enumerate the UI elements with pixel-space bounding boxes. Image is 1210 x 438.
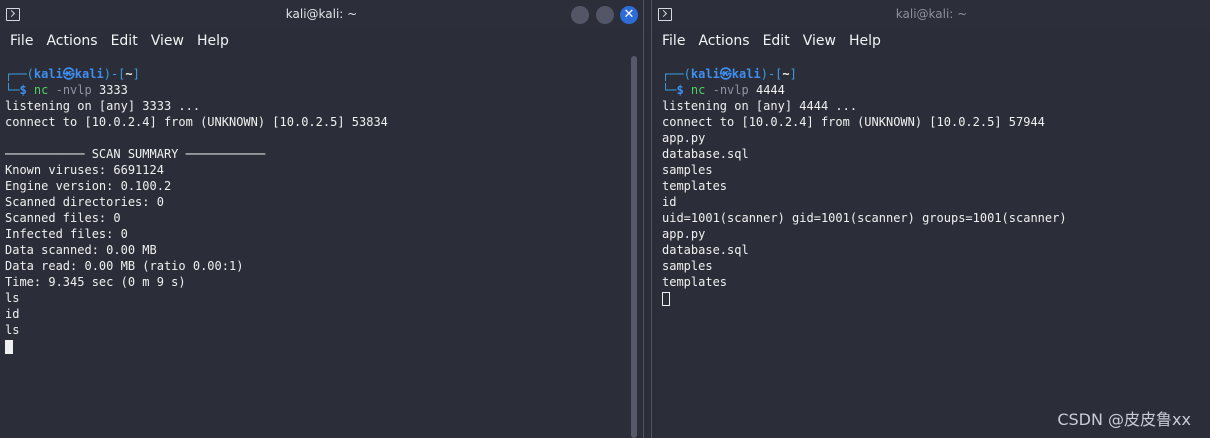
menu-bar: File Actions Edit View Help (0, 30, 643, 54)
menu-view[interactable]: View (797, 30, 843, 54)
command-line: └─$ nc -nvlp 3333 (5, 83, 128, 97)
output-line: ─────────── SCAN SUMMARY ─────────── (5, 147, 266, 161)
left-terminal-window: kali@kali: ~ ✕ File Actions Edit View He… (0, 0, 644, 438)
output-line: Data scanned: 0.00 MB (5, 243, 157, 257)
right-terminal-window: kali@kali: ~ File Actions Edit View Help… (651, 0, 1210, 438)
prompt-line: ┌──(kali㉿kali)-[~] (662, 67, 797, 81)
output-line: templates (662, 179, 728, 193)
output-line: uid=1001(scanner) gid=1001(scanner) grou… (662, 211, 1067, 225)
output-line: Time: 9.345 sec (0 m 9 s) (5, 275, 186, 289)
command-line: └─$ nc -nvlp 4444 (662, 83, 785, 97)
output-line: database.sql (662, 243, 749, 257)
menu-help[interactable]: Help (191, 30, 236, 54)
output-line: id (662, 195, 677, 209)
cursor-line (5, 338, 643, 354)
minimize-button[interactable] (571, 6, 589, 24)
output-line: ls (5, 291, 20, 305)
output-line: templates (662, 275, 728, 289)
menu-view[interactable]: View (145, 30, 191, 54)
output-line: database.sql (662, 147, 749, 161)
terminal-output[interactable]: ┌──(kali㉿kali)-[~] └─$ nc -nvlp 4444 lis… (652, 54, 1210, 306)
output-line: listening on [any] 4444 ... (662, 99, 858, 113)
output-line: Scanned files: 0 (5, 211, 121, 225)
scrollbar[interactable] (631, 56, 637, 438)
output-line: samples (662, 259, 713, 273)
menu-actions[interactable]: Actions (692, 30, 756, 54)
output-line: app.py (662, 227, 706, 241)
output-line: connect to [10.0.2.4] from (UNKNOWN) [10… (5, 115, 388, 129)
output-line: samples (662, 163, 713, 177)
window-title: kali@kali: ~ (285, 7, 358, 21)
close-icon: ✕ (623, 7, 635, 22)
menu-bar: File Actions Edit View Help (652, 30, 1210, 54)
menu-file[interactable]: File (4, 30, 40, 54)
title-bar[interactable]: kali@kali: ~ ✕ (0, 0, 643, 30)
output-line: connect to [10.0.2.4] from (UNKNOWN) [10… (662, 115, 1045, 129)
text-cursor (5, 339, 13, 354)
prompt-line: ┌──(kali㉿kali)-[~] (5, 67, 140, 81)
output-line: id (5, 307, 20, 321)
output-line: Engine version: 0.100.2 (5, 179, 172, 193)
output-line: listening on [any] 3333 ... (5, 99, 201, 113)
window-title: kali@kali: ~ (895, 7, 968, 21)
output-line: Scanned directories: 0 (5, 195, 164, 209)
menu-file[interactable]: File (656, 30, 692, 54)
output-line: app.py (662, 131, 706, 145)
menu-help[interactable]: Help (843, 30, 888, 54)
maximize-button[interactable] (596, 6, 614, 24)
menu-edit[interactable]: Edit (105, 30, 145, 54)
output-line: Infected files: 0 (5, 227, 128, 241)
output-line: Data read: 0.00 MB (ratio 0.00:1) (5, 259, 244, 273)
text-cursor (662, 291, 670, 306)
watermark: CSDN @皮皮鲁xx (1057, 410, 1191, 429)
menu-edit[interactable]: Edit (757, 30, 797, 54)
cursor-line (662, 290, 1210, 306)
output-line: ls (5, 323, 20, 337)
menu-actions[interactable]: Actions (40, 30, 104, 54)
title-bar[interactable]: kali@kali: ~ (652, 0, 1210, 30)
close-button[interactable]: ✕ (620, 6, 638, 24)
output-line: Known viruses: 6691124 (5, 163, 164, 177)
terminal-output[interactable]: ┌──(kali㉿kali)-[~] └─$ nc -nvlp 3333 lis… (0, 54, 643, 354)
